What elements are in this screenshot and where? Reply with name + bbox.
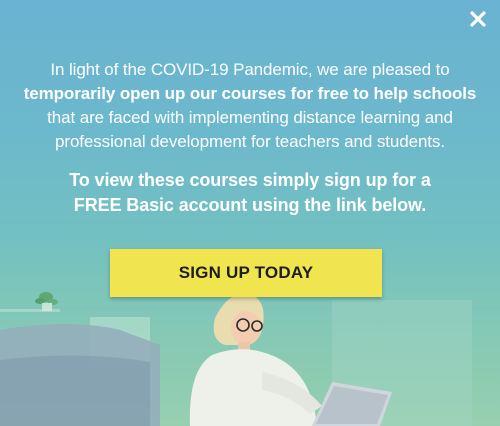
close-icon xyxy=(470,11,486,27)
popup-content: In light of the COVID-19 Pandemic, we ar… xyxy=(0,58,500,218)
sign-up-button-label: SIGN UP TODAY xyxy=(178,263,314,282)
cta-paragraph: To view these courses simply sign up for… xyxy=(30,168,470,218)
intro-text-bold: temporarily open up our courses for free… xyxy=(23,84,477,103)
covid-announcement-popup: In light of the COVID-19 Pandemic, we ar… xyxy=(0,0,500,426)
intro-paragraph: In light of the COVID-19 Pandemic, we ar… xyxy=(15,58,485,154)
intro-text-before: In light of the COVID-19 Pandemic, we ar… xyxy=(50,60,450,79)
sign-up-today-button[interactable]: SIGN UP TODAY xyxy=(110,249,382,297)
cta-line-1: To view these courses simply sign up for… xyxy=(69,170,431,190)
close-button[interactable] xyxy=(468,9,488,29)
intro-text-after: that are faced with implementing distanc… xyxy=(47,108,453,151)
cta-line-2: FREE Basic account using the link below. xyxy=(73,195,427,215)
